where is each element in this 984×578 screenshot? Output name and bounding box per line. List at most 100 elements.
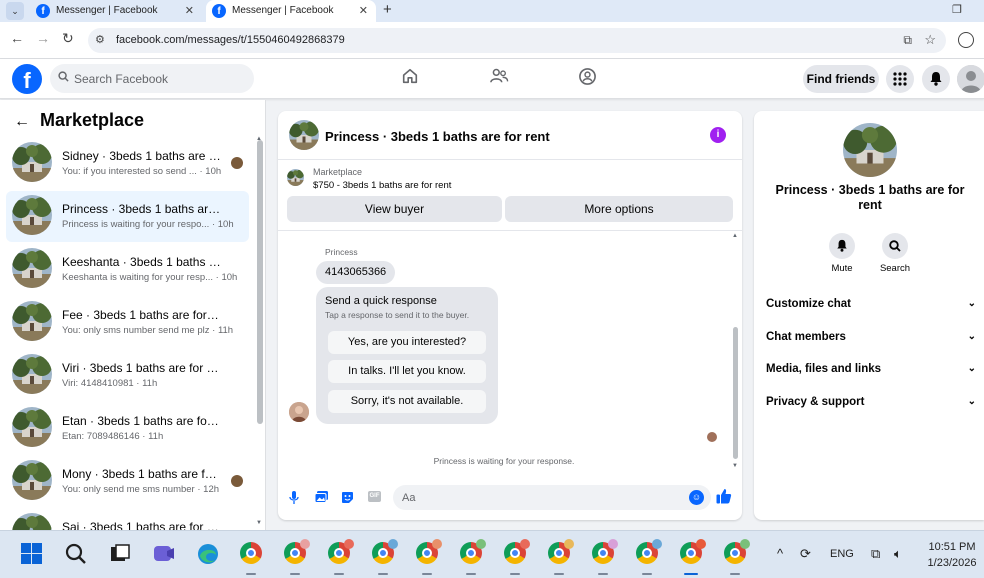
tab-search-button[interactable]: ⌄: [6, 2, 24, 20]
home-icon[interactable]: [398, 67, 422, 91]
more-options-button[interactable]: More options: [505, 196, 733, 222]
listing-thumbnail[interactable]: [287, 169, 304, 186]
browser-tab-strip: ⌄ f Messenger | Facebook ✕ f Messenger |…: [0, 0, 984, 22]
conversation-list-item[interactable]: Mony · 3beds 1 baths are for r... You: on…: [6, 456, 249, 507]
media-files-links-section[interactable]: Media, files and links ⌄: [766, 363, 976, 383]
site-info-icon[interactable]: ⚙: [95, 33, 105, 46]
conversation-avatar: [12, 301, 52, 341]
browser-profile-icon[interactable]: [958, 32, 974, 48]
chrome-browser-icon[interactable]: [636, 539, 662, 575]
account-avatar[interactable]: [957, 65, 984, 93]
quick-response-card: Send a quick response Tap a response to …: [316, 287, 498, 424]
info-panel-avatar[interactable]: [843, 123, 897, 177]
message-input-box[interactable]: ☺: [393, 485, 711, 510]
sender-avatar[interactable]: [289, 402, 309, 422]
bookmark-star-icon[interactable]: ☆: [924, 32, 936, 48]
scroll-down-arrow-icon[interactable]: ▼: [732, 463, 738, 469]
conversation-list-item[interactable]: Keeshanta · 3beds 1 baths are fo... Keesh…: [6, 244, 249, 295]
menu-grid-icon[interactable]: [886, 65, 914, 93]
sync-icon[interactable]: ⟳: [800, 546, 811, 562]
conversation-list-item[interactable]: Sai · 3beds 1 baths are for rent: [6, 509, 249, 530]
address-bar[interactable]: ⚙ facebook.com/messages/t/15504604928683…: [88, 28, 946, 53]
chrome-browser-icon[interactable]: [240, 542, 264, 575]
back-arrow-icon[interactable]: ←: [10, 30, 24, 46]
chrome-browser-icon[interactable]: [680, 539, 706, 575]
thumbs-up-like-icon[interactable]: [716, 488, 732, 509]
listing-price-title[interactable]: $750 - 3beds 1 baths are for rent: [313, 180, 451, 191]
conversation-list-item[interactable]: Princess · 3beds 1 baths are for r... Pri…: [6, 191, 249, 242]
tray-chevron-up-icon[interactable]: ^: [777, 546, 783, 561]
gif-icon[interactable]: GIF: [368, 491, 381, 502]
new-tab-plus-icon[interactable]: +: [383, 0, 392, 20]
chrome-browser-icon[interactable]: [284, 539, 310, 575]
conversation-list-item[interactable]: Sidney · 3beds 1 baths are for ... You: i…: [6, 138, 249, 189]
window-restore-icon[interactable]: ❐: [952, 3, 962, 16]
conversation-snippet: Keeshanta is waiting for your resp... · …: [62, 272, 238, 283]
mute-button[interactable]: Mute: [819, 233, 865, 274]
running-indicator: [684, 573, 698, 575]
privacy-support-section[interactable]: Privacy & support ⌄: [766, 396, 976, 416]
conversation-title[interactable]: Princess · 3beds 1 baths are for rent: [325, 129, 550, 144]
teams-chat-icon[interactable]: [152, 542, 176, 566]
edge-browser-icon[interactable]: [196, 542, 220, 566]
conversation-info-icon[interactable]: i: [710, 127, 726, 143]
sidebar-scrollbar[interactable]: [257, 140, 263, 424]
chrome-browser-icon[interactable]: [504, 539, 530, 575]
find-friends-button[interactable]: Find friends: [803, 65, 879, 93]
quick-response-option[interactable]: Yes, are you interested?: [328, 331, 486, 354]
reload-icon[interactable]: ↻: [62, 30, 74, 47]
scroll-up-arrow-icon[interactable]: ▲: [732, 233, 738, 239]
chrome-browser-icon[interactable]: [548, 539, 574, 575]
forward-arrow-icon[interactable]: →: [36, 30, 50, 46]
facebook-search[interactable]: [50, 64, 254, 93]
message-input[interactable]: [402, 485, 672, 510]
install-app-icon[interactable]: ⧉: [903, 33, 912, 48]
chrome-browser-icon[interactable]: [724, 539, 750, 575]
sender-name: Princess: [325, 247, 358, 257]
search-input[interactable]: [74, 64, 244, 93]
close-tab-icon[interactable]: ✕: [359, 0, 368, 22]
thread-scrollbar[interactable]: [733, 327, 738, 459]
facebook-logo-icon[interactable]: f: [12, 64, 42, 94]
chrome-browser-icon[interactable]: [372, 539, 398, 575]
chat-members-section[interactable]: Chat members ⌄: [766, 331, 976, 351]
windows-start-icon[interactable]: [20, 542, 44, 566]
task-view-icon[interactable]: [108, 542, 132, 566]
chrome-browser-icon[interactable]: [328, 539, 354, 575]
waiting-status-text: Princess is waiting for your response.: [433, 456, 575, 466]
conversation-list-item[interactable]: Viri · 3beds 1 baths are for rent Viri: 4…: [6, 350, 249, 401]
url-text: facebook.com/messages/t/1550460492868379: [116, 34, 345, 46]
taskbar-search-icon[interactable]: [64, 542, 88, 566]
marketplace-listing-card: Marketplace $750 - 3beds 1 baths are for…: [278, 161, 742, 231]
close-tab-icon[interactable]: ✕: [185, 0, 194, 22]
chrome-browser-icon[interactable]: [592, 539, 618, 575]
search-conversation-button[interactable]: Search: [872, 233, 918, 274]
browser-tab-1[interactable]: f Messenger | Facebook ✕: [30, 0, 202, 22]
network-icon[interactable]: ⧉: [871, 546, 880, 562]
notifications-bell-icon[interactable]: [922, 65, 950, 93]
quick-response-option[interactable]: In talks. I'll let you know.: [328, 360, 486, 383]
groups-icon[interactable]: [575, 67, 599, 91]
conversation-list-item[interactable]: Fee · 3beds 1 baths are for rent You: onl…: [6, 297, 249, 348]
photo-gallery-icon[interactable]: [314, 491, 328, 506]
conversation-list-item[interactable]: Etan · 3beds 1 baths are for rent Etan: 7…: [6, 403, 249, 454]
friends-icon[interactable]: [487, 67, 511, 91]
message-bubble[interactable]: 4143065366: [316, 261, 396, 284]
emoji-icon[interactable]: ☺: [689, 490, 704, 505]
browser-tab-2[interactable]: f Messenger | Facebook ✕: [206, 0, 376, 22]
sticker-icon[interactable]: [341, 491, 354, 507]
view-buyer-button[interactable]: View buyer: [287, 196, 502, 222]
quick-response-option[interactable]: Sorry, it's not available.: [328, 390, 486, 413]
scroll-down-arrow-icon[interactable]: ▼: [256, 520, 262, 526]
conversation-name: Sai · 3beds 1 baths are for rent: [62, 520, 222, 530]
volume-icon[interactable]: 🔈︎: [894, 546, 902, 562]
conversation-avatar[interactable]: [289, 120, 319, 150]
chrome-browser-icon[interactable]: [416, 539, 442, 575]
chrome-browser-icon[interactable]: [460, 539, 486, 575]
language-indicator[interactable]: ENG: [830, 548, 854, 560]
quick-response-title: Send a quick response: [325, 295, 437, 307]
taskbar-clock[interactable]: 10:51 PM 1/23/2026: [924, 539, 980, 571]
customize-chat-section[interactable]: Customize chat ⌄: [766, 298, 976, 318]
back-arrow-icon[interactable]: ←: [14, 113, 30, 130]
microphone-icon[interactable]: [289, 491, 299, 507]
